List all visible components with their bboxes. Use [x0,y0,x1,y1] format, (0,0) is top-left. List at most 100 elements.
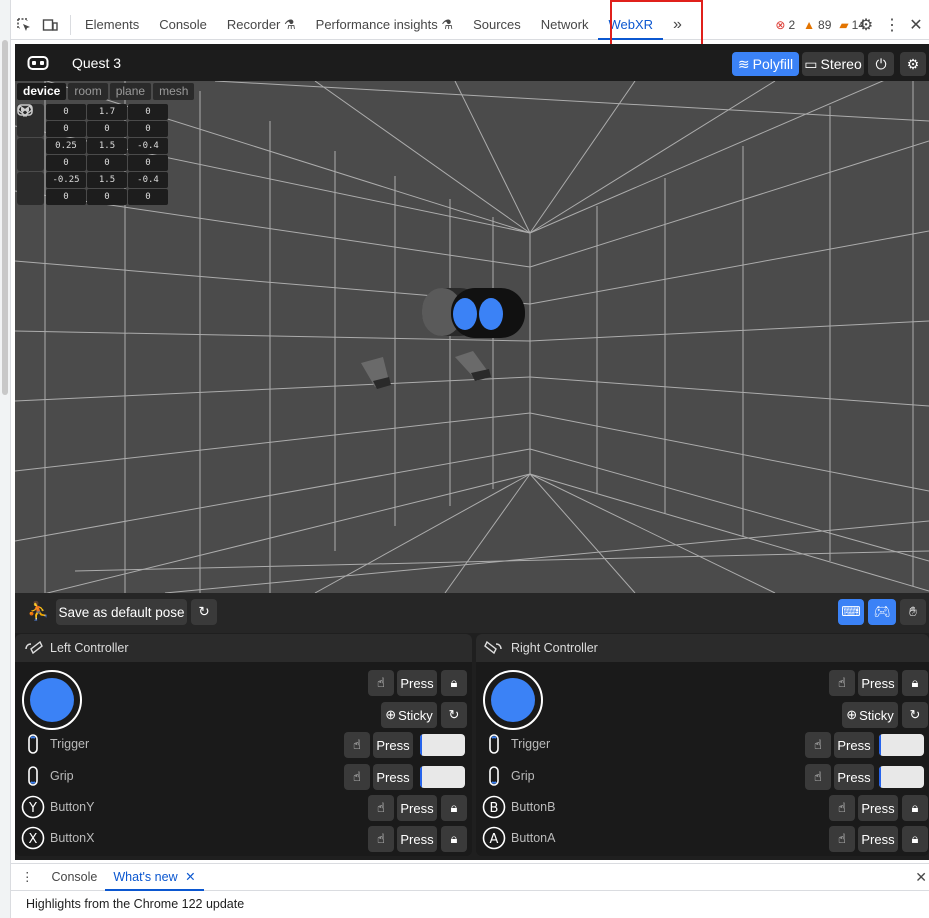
touch-button[interactable]: ☝︎ [829,795,855,821]
pose-value[interactable]: 1.7 [87,104,127,120]
lock-button[interactable]: 🔒︎ [902,826,928,852]
tab-device[interactable]: device [17,83,67,100]
sticky-button[interactable]: ⊕ Sticky [842,702,898,728]
grip-icon [21,764,45,788]
left-controller-icon[interactable] [17,104,44,205]
save-default-pose-button[interactable]: Save as default pose [56,599,187,625]
touch-button[interactable]: ☝︎ [368,826,394,852]
pose-value[interactable]: 0 [128,104,168,120]
pose-value[interactable]: 0 [87,189,127,205]
reset-stick-button[interactable]: ↻ [441,702,467,728]
pose-value[interactable]: 0.25 [46,138,86,154]
lock-button[interactable]: 🔒︎ [902,670,928,696]
press-button[interactable]: Press [373,732,413,758]
tab-elements[interactable]: Elements [75,10,149,40]
device-toolbar-icon[interactable] [37,12,63,38]
power-button[interactable]: ⏻ [868,52,894,76]
drawer-tab-whats-new[interactable]: What's new ✕ [105,864,204,891]
press-button[interactable]: Press [834,764,874,790]
trigger-slider[interactable] [420,734,465,756]
close-tab-icon[interactable]: ✕ [185,870,195,884]
touch-button[interactable]: ☝︎ [368,795,394,821]
issue-counters[interactable]: ⊗ 2 ▲ 89 ▰ 14 [775,10,865,40]
press-button[interactable]: Press [397,826,437,852]
pose-row-headset: 0 1.7 0 0 0 0 [17,104,172,137]
touch-button[interactable]: ☝︎ [344,764,370,790]
tab-console[interactable]: Console [149,10,217,40]
pose-value[interactable]: -0.25 [46,172,86,188]
lock-button[interactable]: 🔒︎ [441,670,467,696]
touch-button[interactable]: ☝︎ [829,670,855,696]
close-devtools-icon[interactable]: ✕ [903,12,929,38]
keyboard-mode-button[interactable]: ⌨ [838,599,864,625]
touch-button[interactable]: ☝︎ [805,764,831,790]
press-button[interactable]: Press [397,795,437,821]
pose-value[interactable]: 0 [128,121,168,137]
close-drawer-icon[interactable]: ✕ [915,869,927,886]
drawer-tab-console[interactable]: Console [44,864,106,891]
scrollbar-thumb[interactable] [2,40,8,395]
pose-value[interactable]: 0 [46,189,86,205]
tab-room[interactable]: room [68,83,108,100]
lock-button[interactable]: 🔒︎ [902,795,928,821]
person-pose-icon[interactable]: ⛹ [27,601,49,622]
polyfill-label: Polyfill [752,56,794,72]
lock-button[interactable]: 🔒︎ [441,826,467,852]
pose-value[interactable]: 0 [46,155,86,171]
xr-scene-viewport[interactable]: device room plane mesh 0 1.7 0 0 0 0 0.2… [15,81,929,593]
press-button[interactable]: Press [858,795,898,821]
button-x-icon: X [21,826,45,850]
pose-value[interactable]: 0 [46,104,86,120]
tab-sources[interactable]: Sources [463,10,531,40]
press-button[interactable]: Press [834,732,874,758]
press-button[interactable]: Press [397,670,437,696]
thumbstick-knob[interactable] [30,678,74,722]
polyfill-button[interactable]: ≋ Polyfill [732,52,799,76]
pose-value[interactable]: -0.4 [128,138,168,154]
sticky-button[interactable]: ⊕ Sticky [381,702,437,728]
settings-button[interactable]: ⚙ [900,52,926,76]
pose-value[interactable]: 1.5 [87,172,127,188]
touch-button[interactable]: ☝︎ [344,732,370,758]
touch-button[interactable]: ☝︎ [829,826,855,852]
tab-performance-insights[interactable]: Performance insights ⚗ [306,10,463,40]
headset-icon [27,56,49,70]
pose-value[interactable]: 0 [128,155,168,171]
lock-button[interactable]: 🔒︎ [441,795,467,821]
left-scrollbar[interactable] [0,0,11,918]
press-button[interactable]: Press [858,670,898,696]
pose-value[interactable]: 0 [46,121,86,137]
gamepad-mode-button[interactable]: 🎮︎ [868,599,896,625]
pose-value[interactable]: 1.5 [87,138,127,154]
device-name[interactable]: Quest 3 [72,55,121,71]
pose-value[interactable]: 0 [128,189,168,205]
tab-recorder[interactable]: Recorder ⚗ [217,10,306,40]
trigger-slider[interactable] [879,734,924,756]
drawer-menu-icon[interactable]: ⋮ [11,864,44,891]
left-controller-title: Left Controller [50,641,129,655]
pose-value[interactable]: -0.4 [128,172,168,188]
right-controller-icon[interactable] [17,104,44,171]
reset-stick-button[interactable]: ↻ [902,702,928,728]
grip-slider[interactable] [879,766,924,788]
pose-value[interactable]: 0 [87,121,127,137]
kebab-menu-icon[interactable]: ⋮ [879,12,905,38]
touch-button[interactable]: ☝︎ [805,732,831,758]
right-thumbstick[interactable] [483,670,543,730]
tab-mesh[interactable]: mesh [153,83,195,100]
thumbstick-knob[interactable] [491,678,535,722]
tab-network[interactable]: Network [531,10,599,40]
settings-gear-icon[interactable]: ⚙ [853,12,879,38]
left-thumbstick[interactable] [22,670,82,730]
pose-value[interactable]: 0 [87,155,127,171]
touch-button[interactable]: ☝︎ [368,670,394,696]
reset-pose-button[interactable]: ↻ [191,599,217,625]
press-button[interactable]: Press [858,826,898,852]
headset-model[interactable] [422,288,525,338]
stereo-button[interactable]: ▭ Stereo [802,52,864,76]
grip-slider[interactable] [420,766,465,788]
tab-plane[interactable]: plane [109,83,152,100]
inspect-element-icon[interactable] [11,12,37,38]
hand-mode-button[interactable]: ✋︎ [900,599,926,625]
press-button[interactable]: Press [373,764,413,790]
